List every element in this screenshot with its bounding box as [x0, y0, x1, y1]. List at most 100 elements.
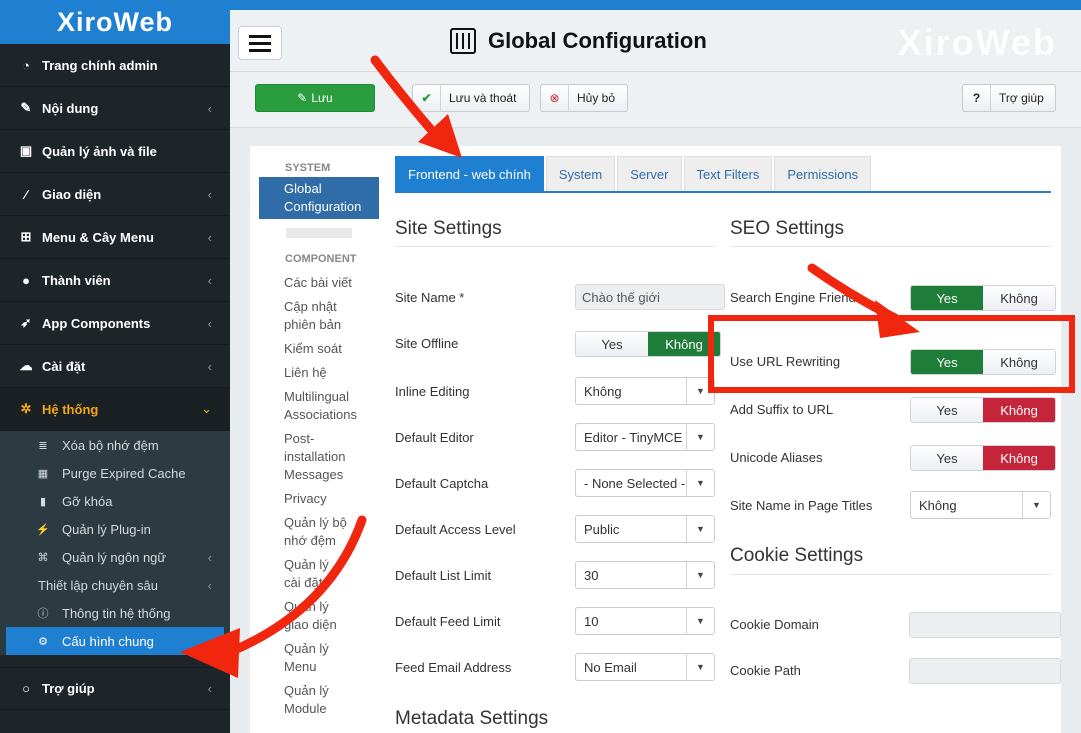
sidebar-item-content[interactable]: ✎ Nội dung ‹ — [0, 87, 230, 130]
caret-down-icon: ▼ — [686, 378, 714, 404]
submenu-item-clear-cache[interactable]: ≣ Xóa bộ nhớ đệm — [0, 431, 230, 459]
sidebar-item-media[interactable]: ▣ Quản lý ảnh và file — [0, 130, 230, 173]
sidebar-item-label: Quản lý ảnh và file — [42, 143, 157, 159]
menu-toggle-button[interactable] — [238, 26, 282, 60]
rocket-icon: ➶ — [20, 315, 32, 330]
plug-icon: ⚡ — [36, 523, 50, 536]
submenu-item-advanced[interactable]: Thiết lập chuyên sâu ‹ — [0, 571, 230, 599]
submenu-item-languages[interactable]: ⌘ Quản lý ngôn ngữ ‹ — [0, 543, 230, 571]
sidebar-item-label: Cài đặt — [42, 358, 86, 374]
site-name-input[interactable]: Chào thế giới — [575, 284, 725, 310]
tab-permissions[interactable]: Permissions — [774, 156, 872, 191]
default-editor-select[interactable]: Editor - TinyMCE ▼ — [575, 423, 715, 451]
submenu-item-checkin[interactable]: ▮ Gỡ khóa — [0, 487, 230, 515]
site-name-titles-select[interactable]: Không ▼ — [910, 491, 1051, 519]
sidebar-item-system[interactable]: ✲ Hệ thống ⌄ — [0, 388, 230, 431]
cancel-button[interactable]: ⊗ Hủy bỏ — [540, 84, 628, 112]
url-rewriting-no[interactable]: Không — [983, 350, 1055, 374]
database-icon: ≣ — [38, 439, 48, 452]
url-rewriting-toggle[interactable]: Yes Không — [910, 349, 1056, 375]
sef-toggle[interactable]: Yes Không — [910, 285, 1056, 311]
submenu-item-plugins[interactable]: ⚡ Quản lý Plug-in — [0, 515, 230, 543]
sef-no[interactable]: Không — [983, 286, 1055, 310]
default-access-select[interactable]: Public ▼ — [575, 515, 715, 543]
cookie-settings-title: Cookie Settings — [730, 545, 864, 566]
submenu-item-global-config[interactable]: ⚙ Cấu hình chung — [6, 627, 224, 655]
feed-email-select[interactable]: No Email ▼ — [575, 653, 715, 681]
nav-item-articles[interactable]: Các bài viết — [250, 274, 390, 292]
sidebar-item-components[interactable]: ➶ App Components ‹ — [0, 302, 230, 345]
suffix-no[interactable]: Không — [983, 398, 1055, 422]
sitemap-icon: ⊞ — [20, 229, 32, 244]
nav-item-menus[interactable]: Quản lý Menu — [250, 640, 340, 676]
nav-item-joomla-update[interactable]: Cập nhật phiên bản — [250, 298, 360, 334]
chevron-left-icon: ‹ — [207, 229, 212, 245]
inline-editing-label: Inline Editing — [395, 384, 470, 399]
sidebar-item-install[interactable]: ☁ Cài đặt ‹ — [0, 345, 230, 388]
nav-item-modules[interactable]: Quản lý Module — [250, 682, 340, 718]
sidebar-item-templates[interactable]: ⁄ Giao diện ‹ — [0, 173, 230, 216]
page-title-text: Global Configuration — [488, 28, 707, 53]
tab-text-filters[interactable]: Text Filters — [683, 156, 773, 191]
check-icon: ✔ — [413, 85, 441, 111]
cookie-path-input[interactable] — [909, 658, 1061, 684]
cookie-domain-input[interactable] — [909, 612, 1061, 638]
nav-item-privacy[interactable]: Privacy — [250, 490, 390, 508]
help-label: Trợ giúp — [999, 91, 1044, 105]
suffix-yes[interactable]: Yes — [911, 398, 983, 422]
list-limit-value: 30 — [584, 567, 599, 583]
image-icon: ▣ — [19, 143, 33, 158]
unicode-toggle[interactable]: Yes Không — [910, 445, 1056, 471]
site-offline-yes[interactable]: Yes — [576, 332, 648, 356]
submenu-item-system-info[interactable]: ⓘ Thông tin hệ thống — [0, 599, 230, 627]
nav-item-associations[interactable]: Multilingual Associations — [250, 388, 360, 424]
nav-item-templates[interactable]: Quản lý giao diện — [250, 598, 340, 634]
nav-item-contacts[interactable]: Liên hệ — [250, 364, 390, 382]
save-close-button[interactable]: ✔ Lưu và thoát — [412, 84, 530, 112]
caret-down-icon: ▼ — [686, 562, 714, 588]
user-icon: ● — [22, 272, 30, 288]
suffix-toggle[interactable]: Yes Không — [910, 397, 1056, 423]
default-captcha-select[interactable]: - None Selected - ▼ — [575, 469, 715, 497]
sidebar-item-help[interactable]: ○ Trợ giúp ‹ — [0, 667, 230, 710]
tab-system[interactable]: System — [545, 156, 616, 191]
brand-logo[interactable]: XiroWeb — [0, 0, 230, 44]
site-offline-toggle[interactable]: Yes Không — [575, 331, 721, 357]
caret-down-icon: ▼ — [1022, 492, 1050, 518]
caret-down-icon: ▼ — [686, 608, 714, 634]
list-limit-label: Default List Limit — [395, 568, 492, 583]
inline-editing-select[interactable]: Không ▼ — [575, 377, 715, 405]
seo-settings-title: SEO Settings — [730, 218, 845, 239]
equalizer-icon — [450, 28, 476, 54]
nav-item-cache[interactable]: Quản lý bộ nhớ đệm — [250, 514, 360, 550]
submenu-item-purge-cache[interactable]: ▦ Purge Expired Cache — [0, 459, 230, 487]
gear-icon: ✲ — [20, 401, 32, 416]
nav-item-global-config[interactable]: Global Configuration — [259, 177, 379, 219]
submenu-item-label: Quản lý ngôn ngữ — [62, 549, 167, 565]
unicode-yes[interactable]: Yes — [911, 446, 983, 470]
question-icon: ? — [963, 85, 991, 111]
save-button[interactable]: ✎ Lưu — [255, 84, 375, 112]
nav-item-postinstall[interactable]: Post-installation Messages — [250, 430, 360, 484]
tab-frontend[interactable]: Frontend - web chính — [395, 156, 544, 191]
sidebar-item-users[interactable]: ● Thành viên ‹ — [0, 259, 230, 302]
chevron-left-icon: ‹ — [207, 100, 212, 116]
tab-server[interactable]: Server — [617, 156, 682, 191]
help-button[interactable]: ? Trợ giúp — [962, 84, 1056, 112]
sidebar-item-dashboard[interactable]: ◔ Trang chính admin — [0, 44, 230, 87]
inline-editing-value: Không — [584, 383, 622, 399]
page-title: Global Configuration — [450, 28, 707, 54]
default-editor-value: Editor - TinyMCE — [584, 429, 683, 445]
nav-item-actionlogs[interactable]: Kiểm soát — [250, 340, 390, 358]
sef-yes[interactable]: Yes — [911, 286, 983, 310]
sidebar-item-menus[interactable]: ⊞ Menu & Cây Menu ‹ — [0, 216, 230, 259]
save-close-label: Lưu và thoát — [449, 91, 517, 105]
url-rewriting-yes[interactable]: Yes — [911, 350, 983, 374]
list-limit-select[interactable]: 30 ▼ — [575, 561, 715, 589]
feed-limit-select[interactable]: 10 ▼ — [575, 607, 715, 635]
feed-email-label: Feed Email Address — [395, 660, 512, 675]
site-offline-no[interactable]: Không — [648, 332, 720, 356]
default-captcha-value: - None Selected - — [584, 475, 686, 491]
unicode-no[interactable]: Không — [983, 446, 1055, 470]
nav-item-installer[interactable]: Quản lý cài đặt — [250, 556, 340, 592]
